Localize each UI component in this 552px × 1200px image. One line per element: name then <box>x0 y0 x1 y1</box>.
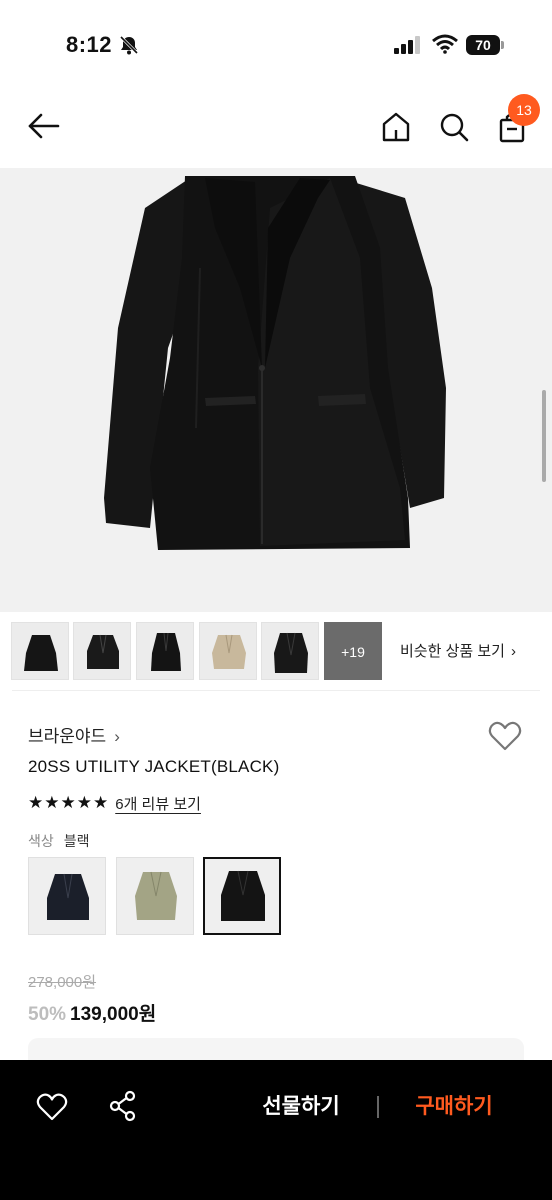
bell-mute-icon <box>119 35 139 55</box>
brand-name: 브라운야드 <box>28 727 107 746</box>
sale-price: 139,000원 <box>70 1004 157 1025</box>
star-icon: ★ <box>44 793 60 812</box>
thumbnail-1[interactable] <box>11 622 69 680</box>
wifi-icon <box>432 34 458 54</box>
cart-count-badge[interactable]: 13 <box>508 94 540 126</box>
back-arrow-icon[interactable] <box>26 110 62 142</box>
star-icon: ★ <box>28 793 44 812</box>
similar-products-label: 비슷한 상품 보기 <box>400 643 505 660</box>
jacket-image <box>104 176 446 550</box>
star-icon: ★ <box>93 793 109 812</box>
battery-indicator: 70 <box>466 35 504 55</box>
heart-icon[interactable] <box>488 720 522 752</box>
battery-cap <box>501 41 504 49</box>
chevron-right-icon: › <box>510 643 516 660</box>
battery-level: 70 <box>466 35 500 55</box>
status-bar: 8:12 70 <box>0 0 552 90</box>
thumbnail-more[interactable]: +19 <box>324 622 382 680</box>
thumbnail-more-label: +19 <box>341 644 365 660</box>
brand-link[interactable]: 브라운야드 › <box>28 722 120 747</box>
color-value: 블랙 <box>63 833 90 849</box>
price-row: 50% 139,000원 <box>28 999 156 1026</box>
similar-products-link[interactable]: 비슷한 상품 보기 › <box>400 640 516 661</box>
discount-rate: 50% <box>28 1004 67 1025</box>
star-icon: ★ <box>76 793 92 812</box>
rating-row: ★ ★ ★ ★ ★ 6개 리뷰 보기 <box>28 792 201 814</box>
bottom-action-bar: 선물하기 구매하기 <box>0 1060 552 1200</box>
top-navigation: 13 <box>0 90 552 168</box>
color-label: 색상 <box>28 833 54 849</box>
signal-icon <box>394 36 420 54</box>
divider <box>12 690 540 691</box>
search-icon[interactable] <box>438 110 470 144</box>
thumbnail-strip: +19 비슷한 상품 보기 › <box>0 622 552 682</box>
image-scroll-indicator <box>542 390 546 482</box>
color-swatch-khaki[interactable] <box>116 857 194 935</box>
buy-button[interactable]: 구매하기 <box>392 1090 516 1124</box>
heart-icon[interactable] <box>36 1092 68 1122</box>
share-icon[interactable] <box>108 1090 138 1122</box>
product-title: 20SS UTILITY JACKET(BLACK) <box>28 757 280 776</box>
thumbnail-5[interactable] <box>261 622 319 680</box>
gift-button[interactable]: 선물하기 <box>236 1090 366 1124</box>
color-swatch-black[interactable] <box>203 857 281 935</box>
review-link[interactable]: 6개 리뷰 보기 <box>115 793 201 814</box>
thumbnail-2[interactable] <box>73 622 131 680</box>
color-swatch-navy[interactable] <box>28 857 106 935</box>
status-time: 8:12 <box>66 32 113 57</box>
thumbnail-3[interactable] <box>136 622 194 680</box>
original-price: 278,000원 <box>28 974 97 991</box>
chevron-right-icon: › <box>114 727 120 746</box>
star-icon: ★ <box>60 793 76 812</box>
color-row: 색상 블랙 <box>28 831 90 851</box>
divider <box>377 1096 379 1118</box>
home-icon[interactable] <box>380 110 412 144</box>
thumbnail-4[interactable] <box>199 622 257 680</box>
product-image[interactable] <box>0 168 552 612</box>
